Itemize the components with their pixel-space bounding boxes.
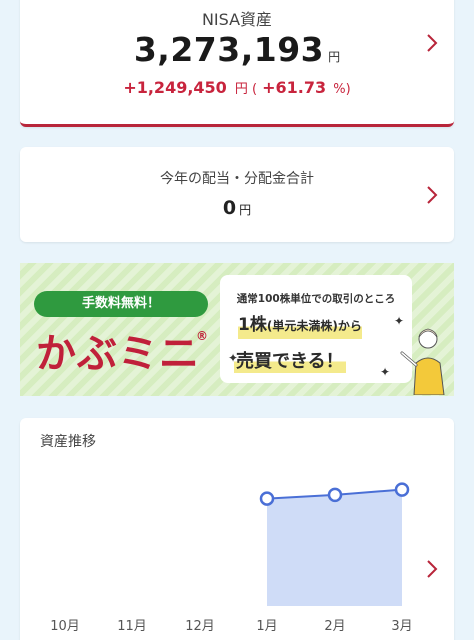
banner-line-1: 通常100株単位での取引のところ — [236, 293, 396, 305]
x-tick-label: 11月 — [117, 619, 147, 634]
kabumini-brand: かぶミニ — [36, 331, 200, 377]
nisa-gain-row: +1,249,450 円 ( +61.73 %) — [20, 78, 454, 97]
dividend-total-card[interactable]: 今年の配当・分配金合計 0円 — [20, 147, 454, 242]
x-tick-label: 12月 — [185, 619, 215, 634]
sparkle-icon: ✦ — [380, 365, 391, 379]
dividend-total-amount: 0 — [222, 197, 237, 219]
dividend-amount-unit: 円 — [239, 203, 252, 217]
nisa-asset-label: NISA資産 — [201, 10, 273, 29]
dividend-total-label: 今年の配当・分配金合計 — [160, 171, 314, 187]
x-tick-label: 2月 — [324, 619, 345, 634]
fee-free-pill: 手数料無料！ — [34, 291, 208, 317]
chevron-right-icon[interactable] — [424, 32, 440, 54]
banner-line-2: 1株(単元未満株)から — [238, 311, 362, 339]
nisa-amount-unit: 円 — [328, 50, 341, 64]
asset-trend-chart: 10月 11月 12月 1月 2月 3月 — [50, 482, 413, 634]
sparkle-icon: ✦ — [228, 351, 239, 365]
chevron-right-icon[interactable] — [424, 184, 440, 206]
x-tick-label: 1月 — [256, 619, 277, 634]
nisa-gain-percent-suffix: %) — [333, 82, 351, 97]
x-tick-label: 10月 — [50, 619, 80, 634]
nisa-amount-row: 3,273,193 円 — [20, 30, 454, 69]
person-illustration-icon — [400, 328, 445, 395]
chart-area-fill — [267, 489, 402, 606]
chevron-right-icon[interactable] — [424, 558, 440, 580]
banner-line-3: 売買できる！ — [234, 347, 346, 373]
nisa-asset-card[interactable]: NISA資産 3,273,193 円 +1,249,450 円 ( +61.73 %… — [20, 0, 454, 127]
banner-line-2-tail: から — [337, 319, 362, 333]
nisa-gain-unit: 円 ( — [234, 82, 258, 97]
chart-data-point[interactable] — [394, 482, 410, 497]
chart-data-point[interactable] — [327, 487, 343, 503]
x-tick-label: 3月 — [391, 619, 412, 634]
banner-line-2-main: 1株 — [238, 315, 267, 335]
nisa-gain-percent: +61.73 — [262, 78, 327, 97]
banner-line-2-paren: (単元未満株) — [266, 319, 338, 333]
asset-trend-card[interactable]: 資産推移 10月 11月 12月 1月 2月 3月 — [20, 418, 454, 640]
nisa-asset-amount: 3,273,193 — [133, 30, 325, 69]
kabumini-promo-banner[interactable]: 手数料無料！ かぶミニ ® 通常100株単位での取引のところ 1株(単元未満株)… — [20, 263, 454, 396]
registered-mark: ® — [196, 329, 208, 343]
nisa-gain-amount: +1,249,450 — [123, 78, 227, 97]
dividend-amount-row: 0円 — [20, 197, 454, 219]
chart-data-point[interactable] — [259, 491, 275, 506]
